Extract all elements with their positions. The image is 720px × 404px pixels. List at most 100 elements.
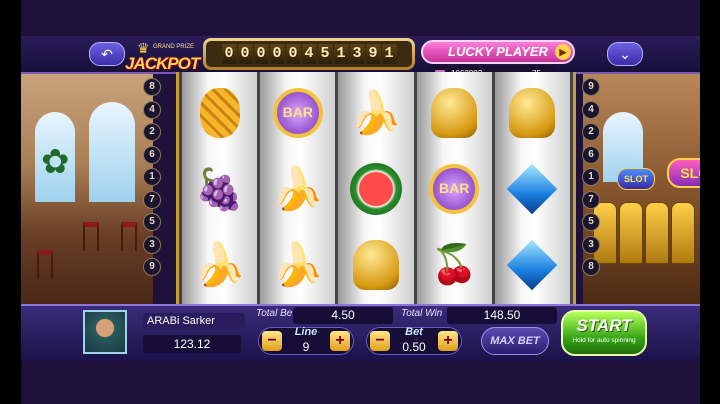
reel-2: BAR 🍌 🍌	[260, 72, 336, 304]
reel-area: 🍇 🍌 BAR 🍌 🍌 🍌 BAR 🍒	[176, 72, 576, 304]
grape-symbol-icon: 🍇	[194, 167, 245, 212]
payline-number[interactable]: 9	[143, 258, 161, 276]
reel-cell: 🍌	[260, 228, 335, 302]
play-arrow-icon: ▶	[555, 44, 571, 60]
total-bet-label: Total Bet	[256, 308, 296, 319]
payline-number[interactable]: 5	[143, 213, 161, 231]
jackpot-digit: 4	[301, 44, 317, 64]
bell-symbol-icon	[353, 240, 399, 290]
jackpot-counter: 0 0 0 0 0 4 5 1 3 9 1	[203, 38, 415, 70]
jackpot-digit: 0	[253, 44, 269, 64]
reel-cell: 🍇	[182, 152, 257, 226]
slot-sign: SLOT	[667, 158, 700, 188]
bell-symbol-icon	[509, 88, 556, 138]
bell-symbol-icon	[431, 88, 478, 138]
left-background-scene: ✿	[21, 72, 153, 304]
start-button[interactable]: START Hold for auto spinning	[561, 310, 647, 356]
banana-symbol-icon: 🍌	[271, 164, 324, 212]
reel-cell: BAR	[260, 76, 335, 150]
reel-cell: 🍌	[338, 76, 413, 150]
banana-symbol-icon: 🍌	[349, 88, 403, 136]
line-increase-button[interactable]: +	[330, 331, 350, 351]
menu-button[interactable]: ⌄	[607, 42, 643, 66]
payline-number[interactable]: 2	[582, 123, 600, 141]
payline-number[interactable]: 5	[582, 213, 600, 231]
payline-number[interactable]: 6	[582, 145, 600, 164]
back-arrow-icon: ↶	[101, 46, 113, 62]
watermelon-symbol-icon	[350, 163, 402, 215]
payline-number[interactable]: 4	[143, 100, 161, 119]
max-bet-button[interactable]: MAX BET	[481, 327, 549, 355]
slot-machine-decor	[619, 202, 643, 264]
jackpot-subtitle: GRAND PRIZE	[153, 44, 195, 50]
payline-number[interactable]: 3	[582, 235, 600, 254]
jackpot-digit: 0	[237, 44, 253, 64]
reel-cell	[182, 76, 257, 150]
payline-number[interactable]: 6	[143, 145, 161, 164]
player-name: ARABi Sarker	[143, 313, 245, 329]
total-bet-value: 4.50	[293, 307, 393, 324]
payline-number[interactable]: 8	[582, 258, 600, 276]
jackpot-digit: 0	[285, 44, 301, 64]
payline-number[interactable]: 8	[143, 78, 161, 96]
payline-number[interactable]: 4	[582, 100, 600, 119]
slot-machine-decor	[671, 202, 695, 264]
diamond-symbol-icon	[507, 239, 558, 291]
reel-cell	[338, 228, 413, 302]
jackpot-digit: 0	[221, 44, 237, 64]
bar-symbol-icon: BAR	[429, 164, 480, 214]
stool	[121, 222, 137, 251]
avatar[interactable]	[83, 310, 127, 354]
jackpot-digit: 0	[269, 44, 285, 64]
payline-indicators-left: 8 4 2 6 1 7 5 3 9	[143, 78, 161, 281]
diamond-symbol-icon	[507, 163, 558, 215]
jackpot-digit: 3	[349, 44, 365, 64]
payline-indicators-right: 9 4 2 6 1 7 5 3 8	[582, 78, 600, 281]
bet-stepper: − Bet 0.50 +	[366, 326, 462, 355]
jackpot-digit: 1	[381, 44, 397, 64]
payline-number[interactable]: 7	[143, 190, 161, 209]
bet-increase-button[interactable]: +	[438, 331, 458, 351]
slot-sign-small: SLOT	[617, 168, 655, 190]
banana-symbol-icon: 🍌	[193, 240, 246, 288]
payline-number[interactable]: 9	[582, 78, 600, 96]
payline-number[interactable]: 1	[582, 168, 600, 186]
palm-icon: ✿	[41, 143, 70, 181]
back-button[interactable]: ↶	[89, 42, 125, 66]
reel-3: 🍌	[338, 72, 414, 304]
pineapple-symbol-icon	[199, 88, 240, 138]
reel-1: 🍇 🍌	[182, 72, 258, 304]
reel-4: BAR 🍒	[416, 72, 492, 304]
total-win-value: 148.50	[447, 307, 557, 324]
lucky-player-label: LUCKY PLAYER	[448, 44, 548, 59]
reel-cell: 🍌	[182, 228, 257, 302]
jackpot-digit: 9	[365, 44, 381, 64]
payline-number[interactable]: 2	[143, 123, 161, 141]
payline-number[interactable]: 7	[582, 190, 600, 209]
payline-number[interactable]: 3	[143, 235, 161, 254]
bar-symbol-icon: BAR	[272, 88, 323, 138]
reel-cell: BAR	[417, 152, 492, 226]
payline-number[interactable]: 1	[143, 168, 161, 186]
reel-cell	[417, 76, 492, 150]
reel-5	[494, 72, 571, 304]
reel-cell	[495, 152, 570, 226]
reel-cell: 🍒	[417, 228, 492, 302]
reel-cell	[338, 152, 413, 226]
game-frame: ✿ SLOT SLOT ↶ ⌄ ♛ GRAND PRIZE JACKPOT 0 …	[21, 0, 700, 404]
chevron-down-icon: ⌄	[619, 46, 631, 62]
reel-cell	[495, 228, 570, 302]
line-stepper: − Line 9 +	[258, 326, 354, 355]
slot-machine-decor	[645, 202, 669, 264]
reel-cell: 🍌	[260, 152, 335, 226]
jackpot-digit: 5	[317, 44, 333, 64]
window-arch	[89, 102, 135, 202]
jackpot-title: JACKPOT	[125, 54, 200, 73]
banana-symbol-icon: 🍌	[271, 240, 324, 288]
stool	[83, 222, 99, 251]
stool	[37, 250, 53, 279]
lucky-player-button[interactable]: LUCKY PLAYER ▶	[421, 40, 575, 64]
player-balance: 123.12	[143, 335, 241, 353]
cherry-symbol-icon: 🍒	[430, 244, 478, 286]
reel-cell	[495, 76, 570, 150]
